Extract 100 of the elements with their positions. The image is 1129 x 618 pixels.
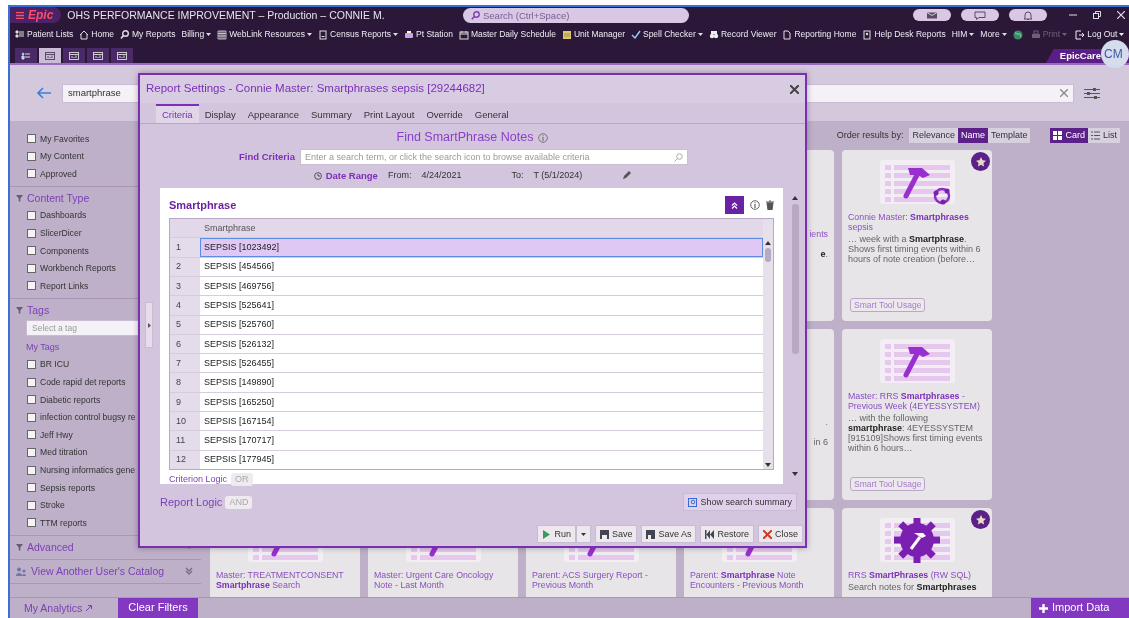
- table-cell[interactable]: SEPSIS [525760]: [200, 315, 763, 334]
- checkbox[interactable]: [27, 395, 36, 405]
- restore-icon[interactable]: [1093, 11, 1101, 19]
- tab[interactable]: General: [468, 105, 515, 123]
- checkbox[interactable]: [27, 228, 36, 238]
- checkbox[interactable]: [27, 281, 36, 291]
- menu-item[interactable]: Pt Station: [404, 29, 453, 40]
- minimize-icon[interactable]: [1069, 11, 1077, 19]
- scrollbar-thumb[interactable]: [791, 204, 799, 355]
- menu-item[interactable]: My Reports: [120, 29, 176, 40]
- menu-item[interactable]: Master Daily Schedule: [458, 29, 556, 40]
- sort-option[interactable]: Relevance: [909, 128, 958, 143]
- trash-icon[interactable]: [766, 200, 774, 211]
- card-title[interactable]: Parent: ACS Surgery Report - Previous Month: [532, 570, 670, 590]
- dialog-button[interactable]: Run: [537, 525, 576, 544]
- activity-tab[interactable]: [111, 48, 133, 63]
- menu-item[interactable]: Log Out: [1075, 29, 1125, 40]
- checkbox[interactable]: [27, 412, 36, 422]
- menu-item[interactable]: More: [980, 29, 1007, 40]
- checkbox[interactable]: [27, 518, 36, 528]
- card-title[interactable]: Parent: Smartphrase Note Encounters - Previous Month: [690, 570, 828, 590]
- dialog-button[interactable]: Save: [594, 525, 638, 544]
- tab[interactable]: Print Layout: [357, 105, 421, 123]
- checkbox[interactable]: [27, 263, 36, 273]
- checkbox[interactable]: [27, 169, 36, 179]
- activity-tab[interactable]: [63, 48, 85, 63]
- sort-option[interactable]: Name: [957, 128, 988, 143]
- notification-button[interactable]: [961, 9, 999, 21]
- menu-item[interactable]: Patient Lists: [15, 29, 74, 40]
- table-cell[interactable]: SEPSIS [149890]: [200, 373, 763, 392]
- import-button[interactable]: Import Data: [1031, 597, 1129, 618]
- notification-button[interactable]: [913, 9, 951, 21]
- notification-button[interactable]: [1009, 9, 1047, 21]
- card-title[interactable]: Master: TREATMENTCONSENT Smartphrase Search: [216, 570, 354, 590]
- tab[interactable]: Display: [198, 105, 242, 123]
- info-icon[interactable]: [750, 200, 760, 211]
- activity-tab[interactable]: [15, 48, 37, 63]
- activity-tab[interactable]: [87, 48, 109, 63]
- table-cell[interactable]: SEPSIS [170717]: [200, 431, 763, 450]
- report-card[interactable]: RRS SmartPhrases (RW SQL) Search notes for Smartphrases: [842, 508, 992, 597]
- activity-tab[interactable]: [39, 48, 61, 63]
- info-icon[interactable]: [538, 132, 549, 143]
- table-cell[interactable]: SEPSIS [167154]: [200, 412, 763, 431]
- view-toggle[interactable]: Card: [1050, 128, 1088, 143]
- menu-item[interactable]: Billing: [181, 29, 212, 40]
- dialog-button[interactable]: Save As: [641, 525, 697, 544]
- menu-item[interactable]: WebLink Resources: [217, 29, 313, 40]
- menu-item[interactable]: HIM: [951, 29, 975, 40]
- close-icon[interactable]: [790, 84, 799, 94]
- table-cell[interactable]: SEPSIS [525641]: [200, 296, 763, 315]
- sort-option[interactable]: Template: [987, 128, 1031, 143]
- dialog-button[interactable]: Restore: [700, 525, 754, 544]
- checkbox[interactable]: [27, 360, 36, 370]
- card-title[interactable]: .: [825, 417, 828, 427]
- edit-icon[interactable]: [622, 171, 632, 181]
- favorite-badge[interactable]: [971, 510, 990, 529]
- report-card[interactable]: Master: RRS Smartphrases - Previous Week (4EYESSYSTEM) … with the following smartphrase: 4EYESSYSTEM [915109]Shows first timing events within 6 hours… Smart Tool Usage: [842, 329, 992, 500]
- tab[interactable]: Summary: [305, 105, 358, 123]
- table-cell[interactable]: SEPSIS [454566]: [200, 257, 763, 276]
- dialog-button[interactable]: Close: [758, 525, 803, 544]
- card-title[interactable]: Connie Master: Smartphrases sepsis: [848, 212, 986, 232]
- search-field[interactable]: Search (Ctrl+Space): [463, 8, 689, 23]
- checkbox[interactable]: [27, 151, 36, 161]
- checkbox[interactable]: [27, 465, 36, 475]
- checkbox[interactable]: [27, 134, 36, 144]
- clear-filters-button[interactable]: Clear Filters: [118, 597, 198, 618]
- menu-item[interactable]: Census Reports: [318, 29, 399, 40]
- table-cell[interactable]: SEPSIS [526132]: [200, 334, 763, 354]
- card-title[interactable]: Master: Urgent Care Oncology Note - Last Month: [374, 570, 512, 590]
- checkbox[interactable]: [27, 483, 36, 493]
- menu-item[interactable]: Unit Manager: [561, 29, 625, 40]
- scrollbar[interactable]: [763, 219, 773, 469]
- card-title[interactable]: ients: [809, 229, 828, 239]
- checkbox[interactable]: [27, 448, 36, 457]
- collapse-button[interactable]: [725, 196, 744, 215]
- menu-item[interactable]: Spell Checker: [630, 29, 703, 40]
- clear-icon[interactable]: [1060, 89, 1068, 97]
- settings-icon[interactable]: [1084, 86, 1100, 100]
- menu-item[interactable]: Help Desk Reports: [862, 29, 946, 40]
- view-toggle[interactable]: List: [1088, 128, 1120, 143]
- card-title[interactable]: RRS SmartPhrases (RW SQL): [848, 570, 986, 580]
- table-cell[interactable]: SEPSIS [165250]: [200, 392, 763, 412]
- table-cell[interactable]: SEPSIS [469756]: [200, 277, 763, 296]
- checkbox[interactable]: [27, 500, 36, 510]
- collapse-handle[interactable]: [145, 302, 153, 348]
- card-title[interactable]: Master: RRS Smartphrases - Previous Week (4EYESSYSTEM): [848, 391, 986, 411]
- tab[interactable]: Appearance: [241, 105, 305, 123]
- menu-item[interactable]: Home: [79, 29, 114, 40]
- table-cell[interactable]: SEPSIS [177945]: [200, 450, 763, 469]
- checkbox[interactable]: [27, 430, 36, 440]
- menu-item[interactable]: Record Viewer: [708, 29, 777, 40]
- summary-button[interactable]: Show search summary: [683, 493, 797, 512]
- scrollbar-thumb[interactable]: [765, 248, 771, 263]
- tab[interactable]: Override: [420, 105, 469, 123]
- report-card[interactable]: Connie Master: Smartphrases sepsis … week with a Smartphrase. Shows first timing events within 6 hours of note creation (before… Smart Tool Usage: [842, 150, 992, 321]
- checkbox[interactable]: [27, 377, 36, 387]
- back-arrow-icon[interactable]: [36, 87, 52, 99]
- table-cell[interactable]: SEPSIS [1023492]: [200, 238, 763, 257]
- checkbox[interactable]: [27, 246, 36, 256]
- menu-item[interactable]: Reporting Home: [782, 29, 857, 40]
